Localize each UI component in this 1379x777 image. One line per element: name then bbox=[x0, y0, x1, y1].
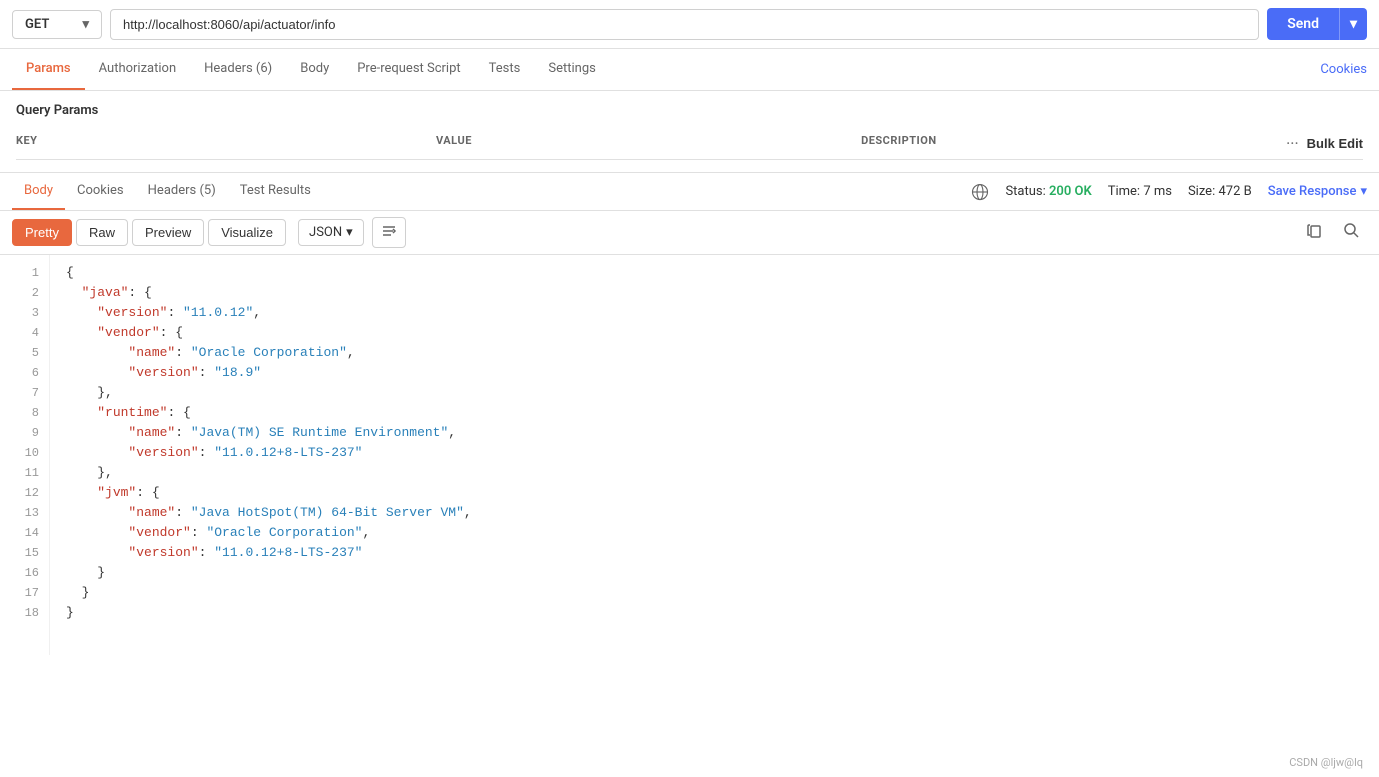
format-select[interactable]: JSON ▾ bbox=[298, 219, 364, 246]
view-pretty-button[interactable]: Pretty bbox=[12, 219, 72, 246]
table-row: "version": "11.0.12+8-LTS-237" bbox=[66, 543, 1363, 563]
resp-tab-testresults[interactable]: Test Results bbox=[228, 173, 323, 210]
wrap-button[interactable] bbox=[372, 217, 406, 248]
tab-body[interactable]: Body bbox=[286, 49, 343, 90]
request-tabs: Params Authorization Headers (6) Body Pr… bbox=[0, 49, 1379, 91]
tab-prerequest[interactable]: Pre-request Script bbox=[343, 49, 474, 90]
table-row: "name": "Java HotSpot(TM) 64-Bit Server … bbox=[66, 503, 1363, 523]
params-table: KEY VALUE DESCRIPTION ··· Bulk Edit bbox=[16, 128, 1363, 160]
resp-tab-body[interactable]: Body bbox=[12, 173, 65, 210]
resp-tab-headers[interactable]: Headers (5) bbox=[136, 173, 228, 210]
col-key-label: KEY bbox=[16, 134, 436, 153]
time-label: Time: 7 ms bbox=[1108, 184, 1172, 199]
credit-text: CSDN @ljw@lq bbox=[1289, 756, 1363, 769]
code-container: 123456789101112131415161718 { "java": { … bbox=[0, 255, 1379, 655]
size-value: 472 B bbox=[1218, 184, 1251, 199]
table-row: }, bbox=[66, 463, 1363, 483]
url-input[interactable] bbox=[110, 9, 1259, 40]
tab-settings[interactable]: Settings bbox=[534, 49, 609, 90]
wrap-icon bbox=[381, 223, 397, 239]
tab-params[interactable]: Params bbox=[12, 49, 85, 90]
table-row: "version": "18.9" bbox=[66, 363, 1363, 383]
table-row: "jvm": { bbox=[66, 483, 1363, 503]
response-tabs: Body Cookies Headers (5) Test Results St… bbox=[0, 173, 1379, 211]
table-row: "runtime": { bbox=[66, 403, 1363, 423]
save-response-label: Save Response bbox=[1268, 184, 1357, 199]
line-numbers: 123456789101112131415161718 bbox=[0, 255, 50, 655]
save-response-chevron-icon: ▾ bbox=[1360, 184, 1367, 199]
table-row: "java": { bbox=[66, 283, 1363, 303]
col-value-label: VALUE bbox=[436, 134, 861, 153]
table-row: "vendor": "Oracle Corporation", bbox=[66, 523, 1363, 543]
method-label: GET bbox=[25, 17, 49, 32]
tab-headers[interactable]: Headers (6) bbox=[190, 49, 286, 90]
tab-authorization[interactable]: Authorization bbox=[85, 49, 191, 90]
table-row: }, bbox=[66, 383, 1363, 403]
format-label: JSON bbox=[309, 225, 342, 240]
table-row: } bbox=[66, 583, 1363, 603]
copy-button[interactable] bbox=[1299, 217, 1331, 248]
response-toolbar: Pretty Raw Preview Visualize JSON ▾ bbox=[0, 211, 1379, 255]
table-row: "version": "11.0.12", bbox=[66, 303, 1363, 323]
table-row: } bbox=[66, 603, 1363, 623]
cookies-link[interactable]: Cookies bbox=[1320, 62, 1367, 77]
globe-icon[interactable] bbox=[971, 183, 989, 201]
params-header-row: KEY VALUE DESCRIPTION ··· Bulk Edit bbox=[16, 128, 1363, 160]
bulk-edit-button[interactable]: Bulk Edit bbox=[1307, 136, 1363, 151]
save-response-button[interactable]: Save Response ▾ bbox=[1268, 184, 1367, 199]
url-bar: GET ▾ Send ▾ bbox=[0, 0, 1379, 49]
status-value: 200 OK bbox=[1049, 184, 1092, 199]
table-row: "vendor": { bbox=[66, 323, 1363, 343]
send-button[interactable]: Send ▾ bbox=[1267, 8, 1367, 40]
method-select[interactable]: GET ▾ bbox=[12, 10, 102, 39]
view-raw-button[interactable]: Raw bbox=[76, 219, 128, 246]
query-params-title: Query Params bbox=[16, 103, 1363, 118]
table-row: "version": "11.0.12+8-LTS-237" bbox=[66, 443, 1363, 463]
copy-icon bbox=[1307, 222, 1323, 238]
col-desc-label: DESCRIPTION bbox=[861, 134, 1286, 153]
table-row: "name": "Oracle Corporation", bbox=[66, 343, 1363, 363]
search-icon bbox=[1343, 222, 1359, 238]
table-row: } bbox=[66, 563, 1363, 583]
view-preview-button[interactable]: Preview bbox=[132, 219, 204, 246]
search-button[interactable] bbox=[1335, 217, 1367, 248]
time-value: 7 ms bbox=[1143, 184, 1172, 199]
status-label: Status: 200 OK bbox=[1005, 184, 1091, 199]
resp-tab-cookies[interactable]: Cookies bbox=[65, 173, 136, 210]
send-dropdown-icon[interactable]: ▾ bbox=[1340, 8, 1367, 40]
tab-tests[interactable]: Tests bbox=[475, 49, 535, 90]
method-chevron-icon: ▾ bbox=[82, 17, 89, 32]
more-options-icon[interactable]: ··· bbox=[1286, 134, 1299, 153]
table-row: { bbox=[66, 263, 1363, 283]
format-chevron-icon: ▾ bbox=[346, 225, 353, 240]
size-label: Size: 472 B bbox=[1188, 184, 1252, 199]
send-label: Send bbox=[1267, 8, 1340, 40]
query-params-section: Query Params KEY VALUE DESCRIPTION ··· B… bbox=[0, 91, 1379, 173]
resp-status: Status: 200 OK Time: 7 ms Size: 472 B Sa… bbox=[971, 183, 1367, 201]
view-visualize-button[interactable]: Visualize bbox=[208, 219, 286, 246]
code-content: { "java": { "version": "11.0.12", "vendo… bbox=[50, 255, 1379, 655]
params-actions: ··· Bulk Edit bbox=[1286, 134, 1363, 153]
table-row: "name": "Java(TM) SE Runtime Environment… bbox=[66, 423, 1363, 443]
